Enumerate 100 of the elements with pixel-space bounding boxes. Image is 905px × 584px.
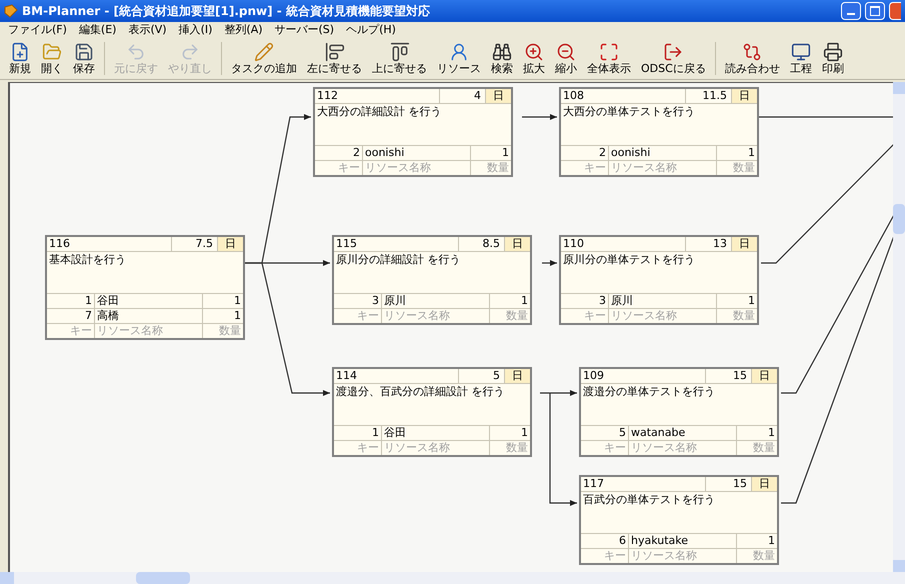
toolbar-button[interactable]: 読み合わせ [720,42,785,75]
task-id: 117 [582,477,605,491]
close-button[interactable] [889,2,901,20]
task-card[interactable]: 108 11.5 日 大西分の単体テストを行う 2 oonishi 1 キー リソース名称 数量 [559,87,759,177]
column-label: キー [334,309,382,323]
column-label: リソース名称 [95,324,203,338]
toolbar-button[interactable]: 印刷 [816,42,849,75]
resource-name: oonishi [363,146,471,160]
exit-icon [663,42,684,62]
task-title: 百武分の単体テストを行う [583,493,715,506]
app-icon [4,4,18,18]
resource-qty: 1 [747,294,756,308]
task-card[interactable]: 117 15 日 百武分の単体テストを行う 6 hyakutake 1 キー リソース名称 数量 [579,475,779,565]
horizontal-scrollbar[interactable] [0,572,905,584]
column-label: リソース名称 [382,309,490,323]
minimize-button[interactable] [841,2,861,20]
task-title: 基本設計を行う [49,253,126,266]
task-card[interactable]: 114 5 日 渡邉分、百武分の詳細設計 を行う 1 谷田 1 キー リソース名称 数量 [332,367,532,457]
menu-item[interactable]: 編集(E) [78,22,116,38]
toolbar-button[interactable]: 検索 [486,42,518,75]
column-label: 数量 [486,161,510,175]
new-file-icon [10,42,30,62]
resource-key: 2 [561,146,609,160]
save-icon [74,42,94,62]
resource-qty: 1 [520,294,529,308]
toolbar-button[interactable]: タスクの追加 [226,42,302,75]
maximize-button[interactable] [865,2,885,20]
pencil-icon [254,42,274,62]
align-top-icon [390,42,410,62]
toolbar-button[interactable]: 拡大 [518,42,550,75]
task-unit: 日 [217,237,243,251]
resource-qty: 1 [233,309,242,323]
column-label: キー [581,441,629,455]
task-title: 渡邉分、百武分の詳細設計 を行う [336,385,504,398]
toolbar-button[interactable]: 開く [36,42,68,75]
task-unit: 日 [751,369,777,383]
menu-item[interactable]: ファイル(F) [8,22,67,38]
resource-name: 原川 [382,294,490,308]
fit-icon [599,42,619,62]
task-id: 115 [335,237,358,251]
task-unit: 日 [731,237,757,251]
printer-icon [822,42,843,62]
column-label: キー [561,309,609,323]
column-label: 数量 [505,441,529,455]
resource-qty: 1 [233,294,242,308]
binoculars-icon [492,42,512,62]
task-card[interactable]: 109 15 日 渡邉分の単体テストを行う 5 watanabe 1 キー リソース名称 数量 [579,367,779,457]
resource-qty: 1 [767,426,776,440]
column-label: リソース名称 [382,441,490,455]
monitor-icon [790,42,811,62]
menu-item[interactable]: サーバー(S) [274,22,334,38]
zoom-out-icon [556,42,576,62]
resource-name: oonishi [609,146,717,160]
connector-arrow [542,260,557,266]
task-card[interactable]: 116 7.5 日 基本設計を行う 1 谷田 1 7 高橋 1 キー リソース名称 数量 [45,235,245,340]
toolbar-button[interactable]: ODSCに戻る [636,42,711,75]
menu-item[interactable]: ヘルプ(H) [346,22,396,38]
resource-qty: 1 [767,534,776,548]
task-unit: 日 [751,477,777,491]
resource-key: 1 [47,294,95,308]
task-unit: 日 [731,89,757,103]
resource-key: 7 [47,309,95,323]
toolbar-button[interactable]: 全体表示 [582,42,636,75]
resource-qty: 1 [520,426,529,440]
vertical-scrollbar[interactable] [893,82,905,572]
task-card[interactable]: 112 4 日 大西分の詳細設計 を行う 2 oonishi 1 キー リソース名称 数量 [313,87,513,177]
window-title: BM-Planner - [統合資材追加要望[1].pnw] - 統合資材見積機能要望対応 [22,3,431,20]
task-id: 114 [335,369,358,383]
toolbar-button[interactable]: 保存 [68,42,100,75]
resource-key: 2 [315,146,363,160]
menu-item[interactable]: 挿入(I) [178,22,212,38]
column-label: キー [581,549,629,563]
column-label: リソース名称 [629,441,737,455]
resource-key: 6 [581,534,629,548]
align-left-icon [324,42,344,62]
toolbar-button[interactable]: 上に寄せる [367,42,432,75]
menu-item[interactable]: 整列(A) [224,22,263,38]
redo-icon [180,42,200,62]
toolbar-button[interactable]: 縮小 [550,42,582,75]
column-label: リソース名称 [609,309,717,323]
resource-key: 3 [561,294,609,308]
task-id: 110 [562,237,585,251]
resource-name: 谷田 [382,426,490,440]
task-id: 109 [582,369,605,383]
task-title: 原川分の単体テストを行う [563,253,695,266]
task-unit: 日 [504,237,530,251]
column-label: リソース名称 [363,161,471,175]
toolbar-button[interactable]: 左に寄せる [302,42,367,75]
column-label: 数量 [752,441,776,455]
task-card[interactable]: 115 8.5 日 原川分の詳細設計 を行う 3 原川 1 キー リソース名称 数量 [332,235,532,325]
task-unit: 日 [485,89,511,103]
column-label: キー [47,324,95,338]
resource-name: 谷田 [95,294,203,308]
toolbar-button[interactable]: 新規 [4,42,36,75]
toolbar-button[interactable]: リソース [432,42,486,75]
resource-name: 原川 [609,294,717,308]
menu-item[interactable]: 表示(V) [128,22,167,38]
column-label: キー [315,161,363,175]
task-card[interactable]: 110 13 日 原川分の単体テストを行う 3 原川 1 キー リソース名称 数量 [559,235,759,325]
toolbar-button[interactable]: 工程 [784,42,817,75]
